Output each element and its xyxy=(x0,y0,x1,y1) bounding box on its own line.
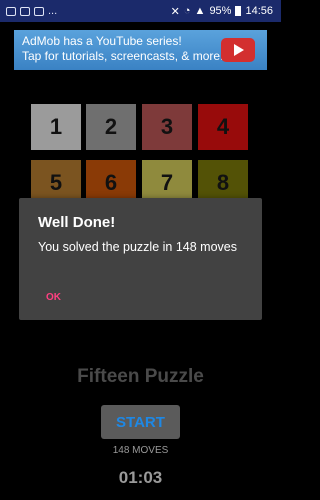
battery-percent: 95% xyxy=(209,5,232,17)
more-icon: ... xyxy=(48,5,58,17)
admob-banner[interactable]: AdMob has a YouTube series! Tap for tuto… xyxy=(14,30,267,70)
dialog-message: You solved the puzzle in 148 moves xyxy=(38,240,237,254)
status-bar: ... ✕ ◔ ▲ 95% 14:56 xyxy=(0,0,281,22)
app-title: Fifteen Puzzle xyxy=(77,366,204,387)
signal-icon: ▲ xyxy=(194,5,206,17)
puzzle-tile[interactable]: 2 xyxy=(86,104,136,150)
wifi-icon: ◔ xyxy=(183,5,191,17)
email-icon xyxy=(34,6,44,16)
image-icon xyxy=(20,6,30,16)
youtube-play-icon xyxy=(221,38,255,62)
well-done-dialog: Well Done! You solved the puzzle in 148 … xyxy=(19,198,262,320)
battery-icon xyxy=(235,6,242,16)
timer: 01:03 xyxy=(118,468,163,487)
mute-icon: ✕ xyxy=(170,5,180,18)
puzzle-tile[interactable]: 3 xyxy=(142,104,192,150)
status-time: 14:56 xyxy=(245,5,273,17)
moves-counter: 148 MOVES xyxy=(112,445,169,456)
start-button[interactable]: START xyxy=(101,405,180,439)
ok-button[interactable]: OK xyxy=(46,292,61,303)
puzzle-tile[interactable]: 4 xyxy=(198,104,248,150)
puzzle-tile[interactable]: 1 xyxy=(31,104,81,150)
dialog-title: Well Done! xyxy=(38,214,116,231)
image-icon xyxy=(6,6,16,16)
